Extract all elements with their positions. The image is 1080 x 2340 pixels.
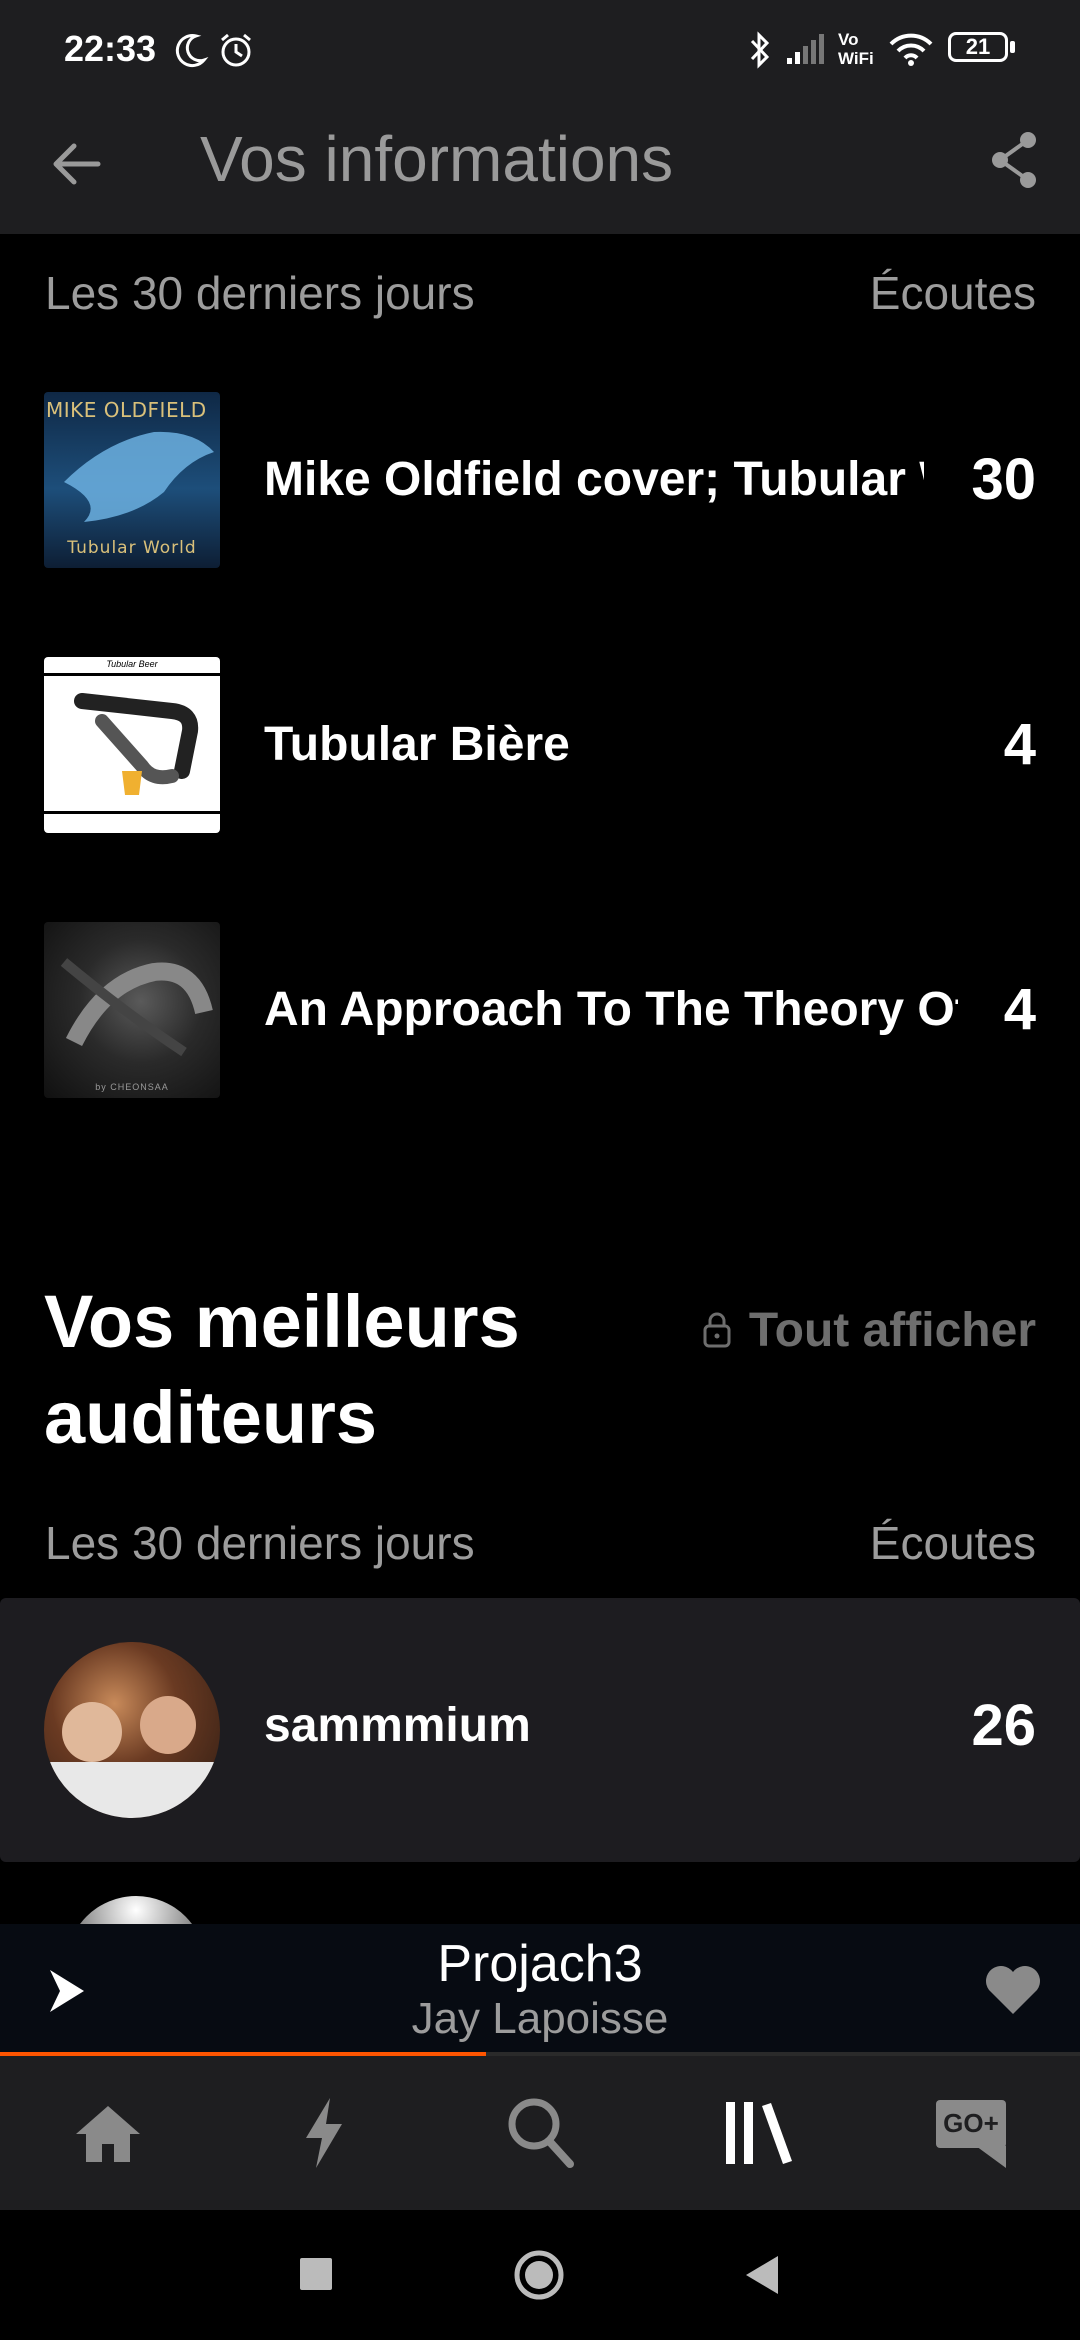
avatar bbox=[44, 1642, 220, 1818]
listener-plays: 26 bbox=[971, 1693, 1036, 1758]
app-bar: Vos informations bbox=[0, 100, 1080, 234]
go-plus-tail bbox=[976, 2146, 1006, 2168]
tracks-column-label: Écoutes bbox=[869, 267, 1036, 319]
track-title: Mike Oldfield cover; Tubular World bbox=[264, 453, 924, 506]
track-plays: 4 bbox=[1003, 977, 1036, 1042]
listeners-column-label: Écoutes bbox=[869, 1517, 1036, 1569]
see-all-label: Tout afficher bbox=[748, 1303, 1036, 1357]
status-time: 22:33 bbox=[64, 28, 157, 69]
share-icon[interactable] bbox=[986, 130, 1042, 190]
avatar-face bbox=[62, 1702, 122, 1762]
battery-level: 21 bbox=[965, 34, 991, 59]
track-row[interactable]: Tubular Beer Tubular Bière 4 bbox=[0, 645, 1080, 845]
track-artwork: Tubular Beer bbox=[44, 657, 220, 833]
vowifi-label: Vo WiFi bbox=[838, 30, 874, 68]
player-artist: Jay Lapoisse bbox=[411, 1994, 669, 2043]
track-artwork: MIKE OLDFIELD Tubular World bbox=[44, 392, 220, 568]
listeners-period-label: Les 30 derniers jours bbox=[45, 1517, 475, 1569]
artwork-top-text: Tubular Beer bbox=[106, 659, 158, 669]
avatar-shirt bbox=[44, 1762, 220, 1818]
track-row[interactable]: by CHEONSAA An Approach To The Theory Of… bbox=[0, 910, 1080, 1110]
track-plays: 30 bbox=[971, 447, 1036, 512]
tracks-period-label: Les 30 derniers jours bbox=[45, 267, 475, 319]
wifi-icon bbox=[889, 33, 933, 66]
moon-icon bbox=[175, 34, 209, 68]
battery-indicator: 21 bbox=[948, 32, 1008, 62]
bottom-nav: GO+ bbox=[0, 2056, 1080, 2210]
listener-row[interactable]: sammmium 26 bbox=[0, 1598, 1080, 1862]
back-arrow-icon[interactable] bbox=[48, 136, 104, 192]
see-all-button[interactable]: Tout afficher bbox=[701, 1300, 1036, 1360]
tubular-bells-image bbox=[74, 693, 199, 795]
home-icon[interactable] bbox=[72, 2102, 144, 2166]
home-circle-icon[interactable] bbox=[512, 2248, 566, 2302]
listener-name: sammmium bbox=[264, 1699, 531, 1752]
manta-ray-image bbox=[64, 431, 214, 522]
artwork-bottom-text: Tubular World bbox=[67, 538, 197, 558]
mini-player[interactable]: Projach3 Jay Lapoisse bbox=[0, 1924, 1080, 2056]
track-artwork: by CHEONSAA bbox=[44, 922, 220, 1098]
artwork-top-text: MIKE OLDFIELD bbox=[46, 398, 207, 422]
lock-icon bbox=[703, 1312, 731, 1348]
artwork-bottom-text: by CHEONSAA bbox=[95, 1082, 169, 1092]
page-title: Vos informations bbox=[200, 123, 674, 195]
lightning-icon[interactable] bbox=[300, 2096, 348, 2170]
back-triangle-icon[interactable] bbox=[742, 2254, 782, 2296]
avatar-face bbox=[140, 1696, 196, 1754]
artwork-line bbox=[44, 673, 220, 676]
system-navigation-bar bbox=[0, 2210, 1080, 2340]
battery-tip bbox=[1010, 41, 1015, 53]
status-bar: 22:33 Vo WiFi 21 bbox=[0, 0, 1080, 100]
player-track-title: Projach3 bbox=[437, 1935, 643, 1993]
track-row[interactable]: MIKE OLDFIELD Tubular World Mike Oldfiel… bbox=[0, 380, 1080, 580]
artwork-line bbox=[44, 811, 220, 814]
go-plus-icon[interactable]: GO+ bbox=[936, 2100, 1006, 2148]
heart-icon[interactable] bbox=[984, 1964, 1042, 2016]
go-plus-label: GO+ bbox=[943, 2108, 999, 2138]
next-listener-avatar-peek bbox=[66, 1896, 206, 1924]
figure-image bbox=[60, 958, 213, 1057]
library-icon[interactable] bbox=[722, 2098, 794, 2168]
recents-icon[interactable] bbox=[300, 2258, 332, 2290]
search-icon[interactable] bbox=[506, 2096, 576, 2170]
bluetooth-icon bbox=[750, 31, 770, 69]
listeners-section-title: Vos meilleurs auditeurs bbox=[44, 1280, 520, 1459]
alarm-icon bbox=[221, 33, 251, 67]
signal-icon bbox=[787, 34, 824, 64]
track-title: An Approach To The Theory Of bbox=[264, 983, 958, 1036]
track-title: Tubular Bière bbox=[264, 718, 570, 771]
track-plays: 4 bbox=[1003, 712, 1036, 777]
